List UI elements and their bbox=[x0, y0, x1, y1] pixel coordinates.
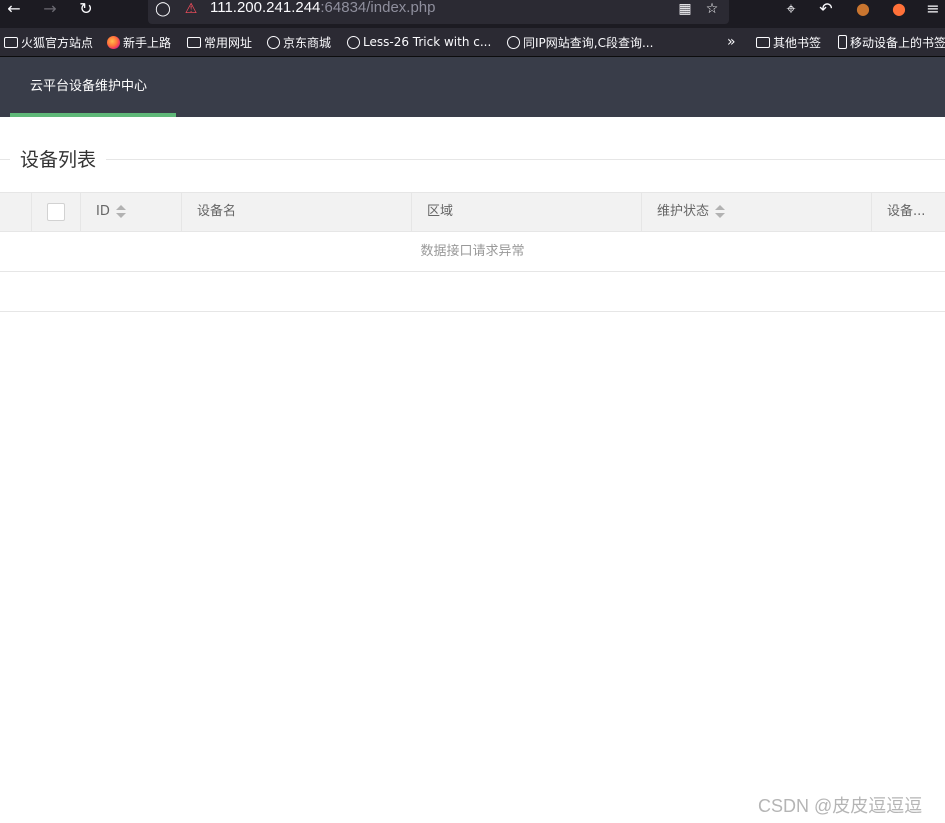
globe-icon bbox=[267, 35, 280, 49]
back-arrow-icon[interactable]: ← bbox=[2, 0, 26, 20]
mobile-bookmarks[interactable]: 移动设备上的书签 bbox=[838, 33, 945, 51]
column-label: 设备... bbox=[887, 204, 926, 219]
folder-icon bbox=[756, 36, 770, 48]
screenshot-crop-icon[interactable]: ⌖ bbox=[779, 0, 803, 20]
bookmarks-bar: 火狐官方站点 新手上路 常用网址 京东商城 Less-26 Trick with… bbox=[0, 28, 945, 57]
bookmark-label: 京东商城 bbox=[283, 35, 332, 50]
qr-code-icon[interactable]: ▦ bbox=[676, 0, 694, 18]
table-header: ID 设备名 区域 维护状态 设备... bbox=[0, 192, 945, 232]
globe-icon bbox=[347, 35, 360, 49]
url-bar[interactable]: ◯ ⚠ 111.200.241.244:64834/index.php ▦ ☆ bbox=[148, 0, 729, 24]
bookmark-label: 同IP网站查询,C段查询... bbox=[523, 35, 654, 50]
header-cell-spacer bbox=[0, 193, 32, 231]
bookmark-item[interactable]: 常用网址 bbox=[187, 33, 252, 51]
nav-active-indicator bbox=[10, 113, 176, 117]
watermark: CSDN @皮皮逗逗逗 bbox=[758, 796, 923, 816]
globe-icon bbox=[507, 35, 520, 49]
header-cell-select bbox=[32, 193, 81, 231]
header-cell-region: 区域 bbox=[412, 193, 642, 231]
forward-arrow-icon[interactable]: → bbox=[38, 0, 62, 20]
mobile-device-icon bbox=[838, 35, 847, 49]
url-text[interactable]: 111.200.241.244:64834/index.php bbox=[210, 0, 436, 16]
folder-icon bbox=[4, 36, 18, 48]
firefox-icon bbox=[107, 35, 120, 49]
extension-icon[interactable]: ● bbox=[887, 0, 911, 20]
shield-icon[interactable]: ◯ bbox=[154, 0, 172, 18]
select-all-checkbox[interactable] bbox=[47, 203, 65, 221]
undo-arrow-icon[interactable]: ↶ bbox=[814, 0, 838, 20]
empty-message: 数据接口请求异常 bbox=[420, 244, 525, 259]
bookmark-item[interactable]: 京东商城 bbox=[267, 33, 331, 51]
browser-toolbar: ← → ↻ ◯ ⚠ 111.200.241.244:64834/index.ph… bbox=[0, 0, 945, 28]
header-cell-id[interactable]: ID bbox=[81, 193, 182, 231]
bookmark-label: Less-26 Trick with c... bbox=[363, 35, 492, 49]
fieldset-divider bbox=[0, 159, 945, 160]
nav-item-label: 云平台设备维护中心 bbox=[30, 79, 148, 94]
bookmark-label: 常用网址 bbox=[204, 35, 253, 50]
column-label: ID bbox=[96, 204, 110, 219]
insecure-lock-icon[interactable]: ⚠ bbox=[182, 0, 200, 18]
header-cell-status[interactable]: 维护状态 bbox=[642, 193, 872, 231]
menu-icon[interactable]: ≡ bbox=[921, 0, 945, 20]
device-table: ID 设备名 区域 维护状态 设备... 数据接口请求异常 bbox=[0, 192, 945, 312]
table-row-empty: 数据接口请求异常 bbox=[0, 232, 945, 272]
folder-icon bbox=[187, 36, 201, 48]
reload-icon[interactable]: ↻ bbox=[74, 0, 98, 20]
star-icon[interactable]: ☆ bbox=[703, 0, 721, 18]
table-row-blank bbox=[0, 272, 945, 312]
column-label: 设备名 bbox=[197, 204, 237, 219]
bookmark-label: 新手上路 bbox=[123, 35, 172, 50]
bookmark-item[interactable]: Less-26 Trick with c... bbox=[347, 33, 491, 51]
nav-item-home[interactable]: 云平台设备维护中心 bbox=[10, 57, 176, 117]
column-label: 维护状态 bbox=[657, 204, 710, 219]
sort-icon[interactable] bbox=[715, 204, 726, 219]
bookmark-item[interactable]: 新手上路 bbox=[107, 33, 171, 51]
page-title: 设备列表 bbox=[10, 147, 107, 173]
bookmark-label: 其他书签 bbox=[773, 35, 822, 50]
bookmark-item[interactable]: 同IP网站查询,C段查询... bbox=[507, 33, 653, 51]
bookmark-item[interactable]: 火狐官方站点 bbox=[4, 33, 93, 51]
header-cell-device-name: 设备名 bbox=[182, 193, 412, 231]
overflow-chevron-icon[interactable]: » bbox=[727, 33, 736, 51]
cookie-icon[interactable]: ● bbox=[851, 0, 875, 20]
app-header: 云平台设备维护中心 bbox=[0, 57, 945, 117]
bookmark-label: 移动设备上的书签 bbox=[850, 35, 945, 50]
bookmark-label: 火狐官方站点 bbox=[21, 35, 94, 50]
header-cell-device-more: 设备... bbox=[872, 193, 945, 231]
sort-icon[interactable] bbox=[115, 204, 126, 219]
column-label: 区域 bbox=[427, 204, 454, 219]
other-bookmarks[interactable]: 其他书签 bbox=[756, 33, 821, 51]
